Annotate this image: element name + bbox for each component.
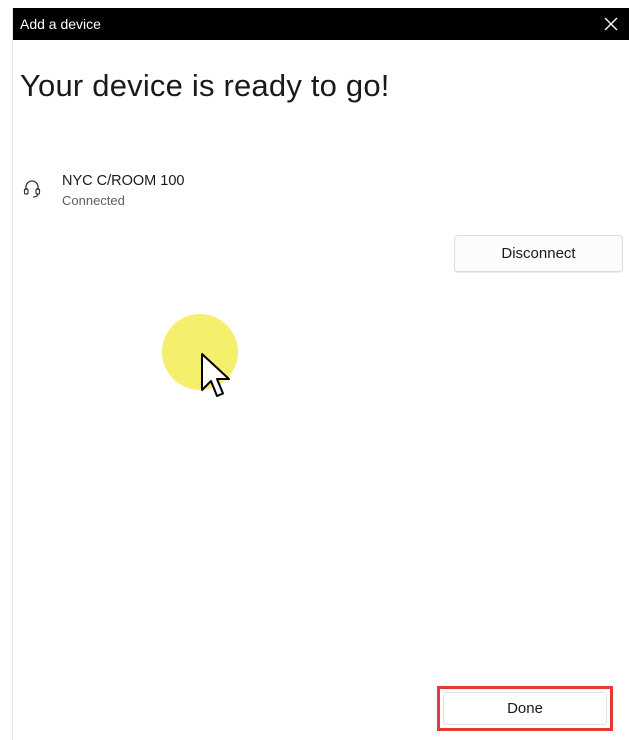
device-list-item: NYC C/ROOM 100 Connected bbox=[21, 172, 611, 222]
window-title: Add a device bbox=[20, 16, 101, 32]
close-button[interactable] bbox=[592, 8, 629, 40]
close-icon bbox=[604, 17, 618, 31]
title-bar: Add a device bbox=[13, 8, 629, 40]
add-device-dialog: Add a device Your device is ready to go!… bbox=[12, 8, 629, 740]
done-button-highlight: Done bbox=[437, 686, 613, 731]
headset-icon bbox=[23, 180, 41, 198]
mouse-pointer-icon bbox=[201, 353, 230, 397]
page-heading: Your device is ready to go! bbox=[20, 68, 390, 103]
disconnect-button[interactable]: Disconnect bbox=[454, 235, 623, 272]
done-button[interactable]: Done bbox=[443, 692, 607, 725]
screen: Add a device Your device is ready to go!… bbox=[0, 0, 629, 740]
device-status: Connected bbox=[62, 193, 125, 208]
device-name: NYC C/ROOM 100 bbox=[62, 173, 185, 189]
